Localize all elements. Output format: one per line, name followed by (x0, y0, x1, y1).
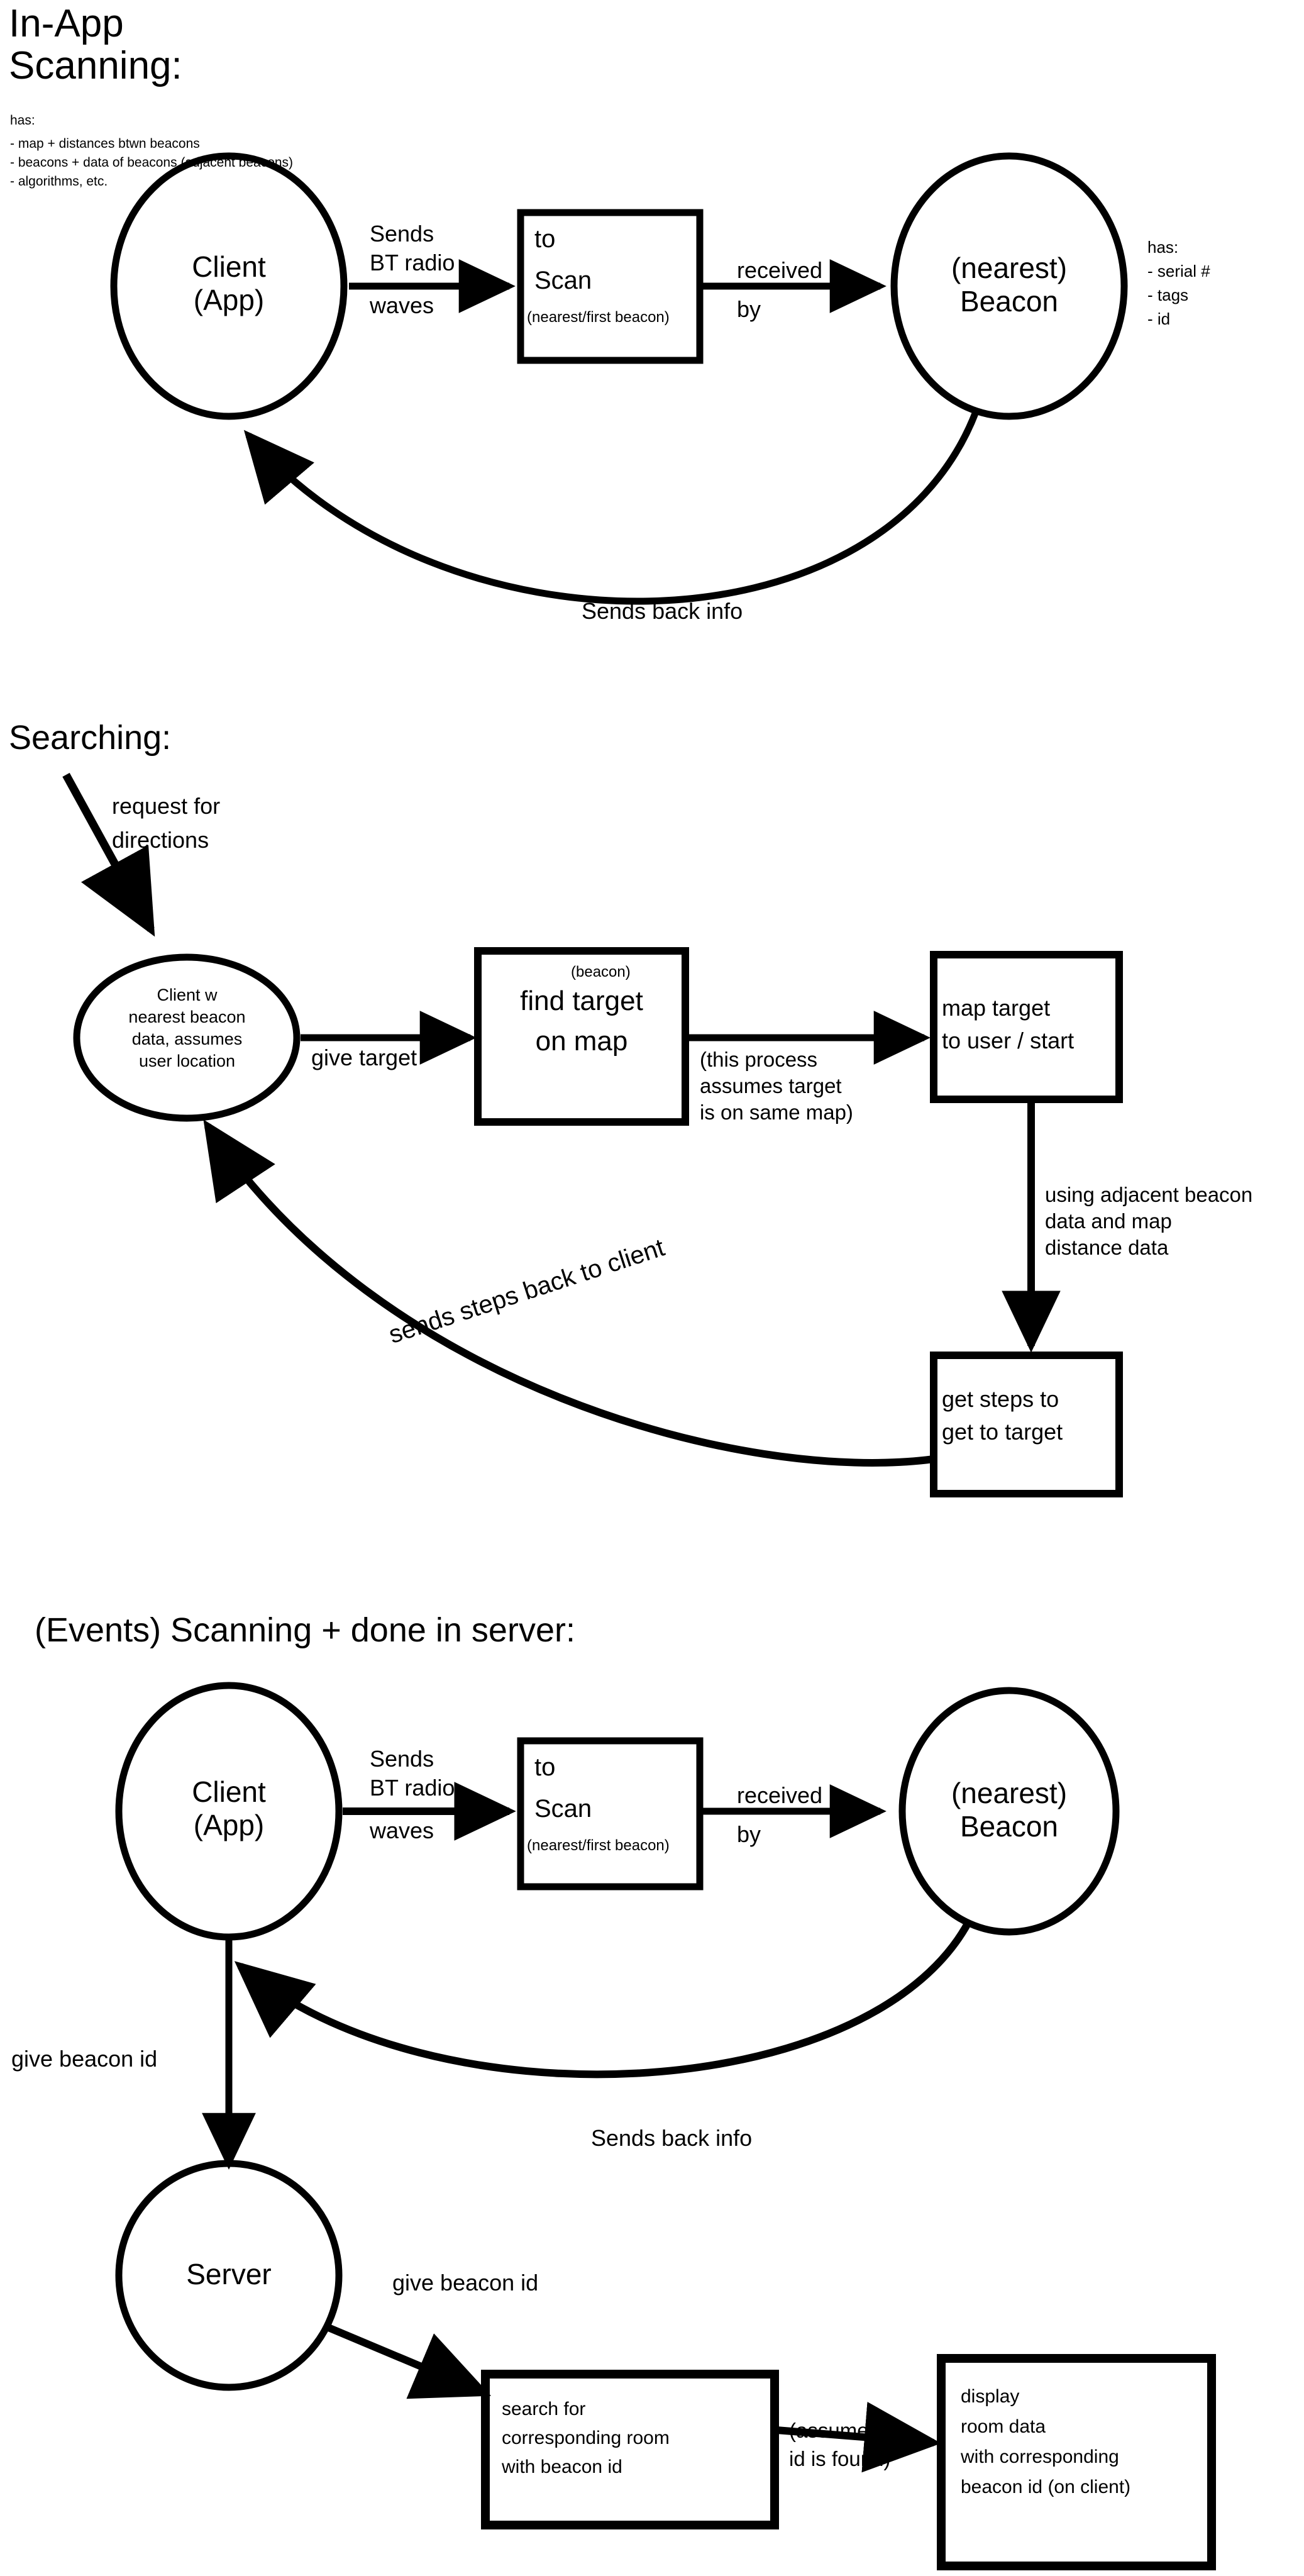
events-client-line2: (App) (193, 1809, 265, 1842)
events-display-box-line1: display (961, 2386, 1020, 2407)
diagram-canvas: In-App Scanning: has: - map + distances … (0, 0, 1304, 2576)
searching-adjacent-note-line3: distance data (1045, 1236, 1169, 1259)
scanning-received-label-line1: received (737, 257, 823, 283)
events-beacon-line1: (nearest) (951, 1777, 1068, 1809)
scanning-return-curve (243, 411, 980, 605)
events-server-node-label: Server (186, 2258, 272, 2290)
scanning-scan-box-line1: to (534, 225, 556, 253)
searching-request-label-line2: directions (112, 827, 209, 853)
searching-request-label-line1: request for (112, 793, 221, 819)
beacon-has-heading: has: (1147, 238, 1179, 257)
searching-same-map-note-line1: (this process (700, 1048, 818, 1071)
events-search-box-line1: search for (502, 2399, 586, 2419)
events-id-found-note-line2: id is found) (789, 2447, 891, 2470)
events-give-beacon-id-label-2: give beacon id (392, 2270, 539, 2296)
events-sends-label-line2: BT radio (370, 1775, 455, 1801)
client-has-item-2: - algorithms, etc. (10, 174, 108, 189)
events-beacon-node-label: (nearest) Beacon (905, 1777, 1113, 1844)
searching-steps-box-line2: get to target (942, 1419, 1063, 1445)
events-title: (Events) Scanning + done in server: (35, 1611, 575, 1649)
beacon-has-item-2: - id (1147, 309, 1171, 328)
client-has-heading: has: (10, 113, 35, 128)
events-client-line1: Client (192, 1775, 266, 1808)
scanning-client-line1: Client (192, 250, 266, 283)
searching-return-curve (203, 1119, 934, 1467)
searching-find-box-line1: find target (520, 985, 643, 1016)
scanning-client-line2: (App) (193, 284, 265, 317)
events-received-label-line1: received (737, 1782, 823, 1808)
events-scan-box-line1: to (534, 1753, 556, 1781)
events-return-label: Sends back info (591, 2125, 753, 2151)
events-sends-label-line3: waves (370, 1818, 434, 1843)
events-id-found-note-line1: (assumes (789, 2419, 880, 2442)
searching-find-box-sup: (beacon) (571, 963, 631, 980)
searching-adjacent-note-line2: data and map (1045, 1209, 1172, 1233)
events-search-box-line2: corresponding room (502, 2428, 670, 2448)
events-scan-box-sub: (nearest/first beacon) (527, 1837, 670, 1854)
client-has-item-1: - beacons + data of beacons (adjacent be… (10, 155, 294, 170)
events-give-beacon-id-label-1: give beacon id (11, 2046, 158, 2072)
scanning-beacon-line2: Beacon (959, 285, 1058, 318)
events-scan-box-line2: Scan (534, 1795, 592, 1823)
scanning-return-label: Sends back info (582, 598, 743, 624)
events-display-box-line4: beacon id (on client) (961, 2477, 1131, 2497)
beacon-has-item-1: - tags (1147, 286, 1189, 304)
searching-map-box-line2: to user / start (942, 1028, 1075, 1053)
scanning-scan-box-line2: Scan (534, 267, 592, 294)
events-display-box-line3: with corresponding (961, 2446, 1119, 2467)
searching-client-line4: user location (138, 1052, 236, 1071)
events-received-label-line2: by (737, 1821, 761, 1847)
searching-client-line2: nearest beacon (128, 1008, 246, 1027)
searching-same-map-note-line2: assumes target (700, 1074, 842, 1097)
searching-title: Searching: (9, 719, 172, 757)
page-title-line1: In-App (9, 2, 124, 45)
diagram-vector-layer (62, 152, 1216, 2570)
page-title-line2: Scanning: (9, 44, 182, 87)
events-display-box-line2: room data (961, 2416, 1046, 2437)
searching-same-map-note-line3: is on same map) (700, 1101, 853, 1124)
scanning-beacon-node-label: (nearest) Beacon (905, 252, 1113, 319)
scanning-beacon-line1: (nearest) (951, 252, 1068, 284)
searching-client-line3: data, assumes (131, 1030, 243, 1049)
events-sends-label-line1: Sends (370, 1746, 434, 1772)
searching-send-steps-label: sends steps back to client (385, 1233, 668, 1349)
scanning-sends-label-line1: Sends (370, 221, 434, 247)
searching-map-box-line1: map target (942, 995, 1051, 1021)
events-beacon-line2: Beacon (959, 1810, 1058, 1843)
events-return-curve (234, 1921, 972, 2079)
scanning-sends-label-line3: waves (370, 292, 434, 318)
beacon-has-item-0: - serial # (1147, 262, 1210, 280)
scanning-sends-label-line2: BT radio (370, 250, 455, 275)
searching-client-node-label: Client w nearest beacon data, assumes us… (88, 984, 286, 1072)
searching-steps-box-line1: get steps to (942, 1386, 1059, 1412)
events-server-to-search-arrow (325, 2323, 492, 2399)
scanning-scan-box-sub: (nearest/first beacon) (527, 309, 670, 326)
searching-adjacent-note-line1: using adjacent beacon (1045, 1183, 1253, 1206)
searching-find-box-line2: on map (535, 1026, 628, 1057)
events-search-box-line3: with beacon id (502, 2457, 622, 2477)
client-has-item-0: - map + distances btwn beacons (10, 136, 200, 151)
events-client-node-label: Client (App) (128, 1775, 329, 1843)
scanning-client-node-label: Client (App) (128, 250, 329, 318)
searching-give-target-label: give target (311, 1045, 417, 1070)
searching-client-line1: Client w (157, 985, 218, 1004)
scanning-received-label-line2: by (737, 296, 761, 322)
